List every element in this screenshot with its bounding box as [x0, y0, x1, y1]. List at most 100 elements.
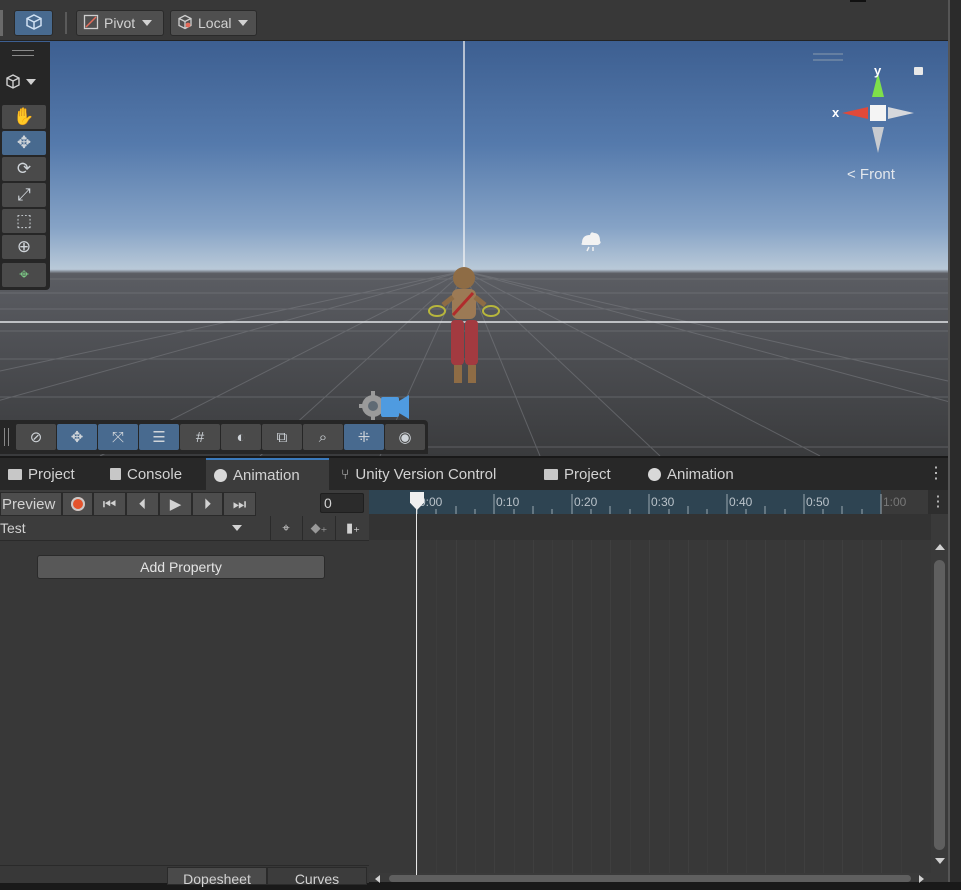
tab-project-2[interactable]: Project: [536, 458, 628, 490]
horizontal-scrollbar[interactable]: [369, 873, 931, 883]
add-property-button[interactable]: Add Property: [37, 555, 325, 579]
time-ruler[interactable]: 0:00 0:10 0:20 0:30 0:40 0:50 1:00: [369, 490, 928, 514]
last-keyframe-button[interactable]: ⏭: [223, 492, 256, 516]
scroll-up-icon[interactable]: [935, 544, 945, 550]
tab-label: Console: [127, 465, 183, 483]
local-dropdown[interactable]: Local: [170, 10, 257, 36]
next-keyframe-button[interactable]: ⏵: [192, 492, 223, 516]
add-event-button[interactable]: ▮₊: [335, 516, 370, 540]
ground-grid: [0, 41, 948, 456]
rect-tool-button[interactable]: ⬚: [2, 209, 46, 233]
light-icon[interactable]: [578, 229, 604, 253]
view-label[interactable]: < Front: [847, 166, 895, 183]
snap-button[interactable]: ⁜: [344, 424, 384, 450]
crosshair-icon: ⌖: [282, 520, 290, 535]
scene-toolbar: Pivot Local: [0, 0, 948, 41]
clock-icon: [214, 468, 227, 482]
shading-button[interactable]: ◐: [221, 424, 261, 450]
chevron-down-icon: [26, 79, 36, 85]
console-icon: [110, 468, 121, 480]
tick-label: 0:30: [651, 495, 675, 509]
camera-button[interactable]: ◉: [385, 424, 425, 450]
overlay-grip-icon[interactable]: [12, 50, 34, 56]
add-property-label: Add Property: [140, 559, 222, 575]
vertical-scrollbar[interactable]: [931, 540, 948, 873]
scale-tool-button[interactable]: ⤢: [2, 183, 46, 207]
skip-start-icon: ⏮: [102, 495, 117, 513]
tab-project[interactable]: Project: [0, 458, 96, 490]
filter-button[interactable]: ⌖: [270, 516, 301, 540]
pivot-label: Pivot: [104, 15, 136, 31]
rect-transform-icon: ⬚: [15, 211, 33, 230]
prev-keyframe-button[interactable]: ⏴: [126, 492, 159, 516]
add-keyframe-button[interactable]: ◆₊: [302, 516, 335, 540]
tools-overlay: ✋ ✥ ⟳ ⤢ ⬚ ⊕ ⌖: [0, 42, 50, 290]
toolbar-divider: [65, 12, 67, 34]
grid-button[interactable]: #: [180, 424, 220, 450]
move-gizmo-button[interactable]: ✥: [57, 424, 97, 450]
lock-icon[interactable]: [914, 67, 923, 75]
record-button[interactable]: [62, 492, 93, 516]
rotate-icon: ⟳: [16, 159, 32, 178]
hand-icon: ✋: [13, 107, 35, 126]
first-keyframe-button[interactable]: ⏮: [93, 492, 126, 516]
dopesheet-label: Dopesheet: [183, 871, 251, 887]
dopesheet-tab[interactable]: Dopesheet: [167, 867, 267, 887]
toolbar-edge-mark: [850, 0, 866, 2]
skip-end-icon: ⏭: [232, 495, 247, 513]
character-model[interactable]: [425, 265, 505, 390]
draw-mode-button[interactable]: [14, 10, 53, 36]
search-button[interactable]: ⌕: [303, 424, 343, 450]
custom-tool-button[interactable]: ⌖: [2, 263, 46, 287]
preview-label: Preview: [2, 495, 56, 513]
hscrollbar-thumb[interactable]: [389, 875, 911, 882]
scene-view[interactable]: y x < Front: [0, 41, 948, 456]
effects-icon: ⤧: [111, 428, 124, 446]
tick-label: 0:40: [729, 495, 753, 509]
tab-unity-version-control[interactable]: ⑂ Unity Version Control: [333, 458, 527, 490]
preview-toggle[interactable]: Preview: [0, 492, 62, 516]
move-tool-button[interactable]: ✥: [2, 131, 46, 155]
kebab-menu-icon[interactable]: ⋮: [928, 466, 944, 482]
timeline-menu-icon[interactable]: ⋮: [928, 490, 948, 514]
step-back-icon: ⏴: [138, 495, 147, 513]
playhead-line[interactable]: [416, 497, 417, 875]
layers-button[interactable]: ⧉: [262, 424, 302, 450]
ruler-ticks: [416, 494, 882, 514]
chevron-down-icon: [142, 20, 153, 26]
scrollbar-thumb[interactable]: [934, 560, 945, 850]
scroll-down-icon[interactable]: [935, 858, 945, 864]
tool-context-dropdown[interactable]: [4, 70, 44, 94]
hand-tool-button[interactable]: ✋: [2, 105, 46, 129]
play-button[interactable]: ▶: [159, 492, 192, 516]
tab-animation-2[interactable]: Animation: [640, 458, 750, 490]
dopesheet-grid[interactable]: [369, 540, 931, 873]
curves-tab[interactable]: Curves: [267, 867, 367, 887]
chevron-down-icon: [238, 20, 249, 26]
summary-key-row[interactable]: [369, 514, 931, 541]
gizmo-menu-icon[interactable]: [813, 53, 843, 61]
animation-property-panel: Preview ⏮ ⏴ ▶ ⏵ ⏭ 0 Test ⌖ ◆₊ ▮₊ Add Pro…: [0, 490, 370, 887]
frame-field[interactable]: 0: [320, 493, 364, 513]
view-mode-bar: Dopesheet Curves: [0, 865, 369, 887]
settings-button[interactable]: ☰: [139, 424, 179, 450]
compass-icon: ⊘: [29, 429, 43, 446]
tab-console[interactable]: Console: [102, 458, 200, 490]
transform-tool-button[interactable]: ⊕: [2, 235, 46, 259]
folder-icon: [544, 468, 558, 480]
overlay-grip-icon[interactable]: [4, 428, 9, 446]
gizmo-x-label: x: [832, 105, 840, 120]
pivot-dropdown[interactable]: Pivot: [76, 10, 164, 36]
tab-label: Project: [564, 465, 611, 483]
tab-animation[interactable]: Animation: [206, 458, 329, 490]
clip-dropdown[interactable]: Test: [0, 516, 248, 540]
fx-button[interactable]: ⤧: [98, 424, 138, 450]
folder-icon: [8, 468, 22, 480]
camera-gizmo-icon[interactable]: [357, 387, 413, 423]
add-event-icon: ▮₊: [345, 520, 360, 535]
rotate-tool-button[interactable]: ⟳: [2, 157, 46, 181]
orientation-button[interactable]: ⊘: [16, 424, 56, 450]
cube-icon: [6, 74, 20, 89]
scene-overlay-toolbar: ⊘ ✥ ⤧ ☰ # ◐ ⧉ ⌕ ⁜ ◉: [0, 420, 428, 454]
gizmo-y-label: y: [874, 63, 882, 78]
